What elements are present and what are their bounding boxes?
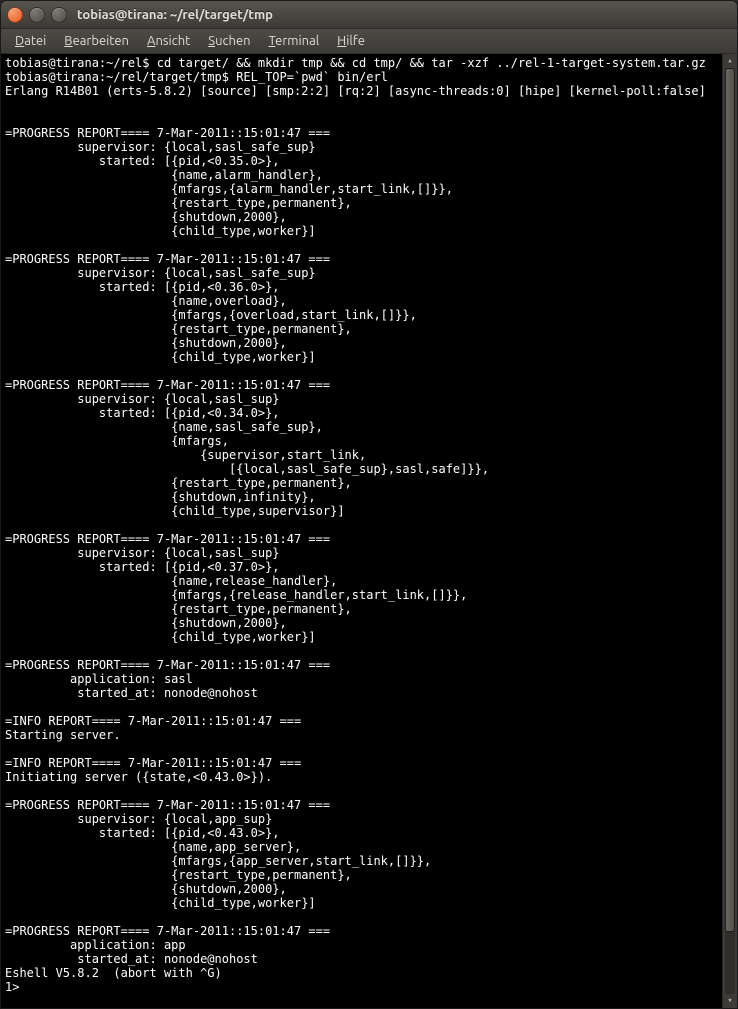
terminal-window: tobias@tirana: ~/rel/target/tmp Datei Be… bbox=[0, 0, 738, 1009]
minimize-icon[interactable] bbox=[29, 7, 45, 23]
menu-help-label: Hilfe bbox=[337, 34, 365, 48]
menu-help[interactable]: Hilfe bbox=[329, 31, 373, 51]
terminal-output[interactable]: tobias@tirana:~/rel$ cd target/ && mkdir… bbox=[1, 54, 722, 1008]
titlebar[interactable]: tobias@tirana: ~/rel/target/tmp bbox=[1, 1, 737, 29]
window-buttons bbox=[7, 7, 67, 23]
window-title: tobias@tirana: ~/rel/target/tmp bbox=[77, 8, 273, 22]
menubar: Datei Bearbeiten Ansicht Suchen Terminal… bbox=[1, 29, 737, 54]
menu-terminal[interactable]: Terminal bbox=[261, 31, 328, 51]
menu-edit-label: Bearbeiten bbox=[64, 34, 129, 48]
close-icon[interactable] bbox=[7, 7, 23, 23]
menu-file[interactable]: Datei bbox=[7, 31, 54, 51]
scroll-thumb[interactable] bbox=[725, 68, 735, 932]
menu-edit[interactable]: Bearbeiten bbox=[56, 31, 137, 51]
menu-view-label: Ansicht bbox=[147, 34, 190, 48]
menu-search[interactable]: Suchen bbox=[200, 31, 258, 51]
menu-view[interactable]: Ansicht bbox=[139, 31, 198, 51]
scroll-up-icon[interactable]: ▴ bbox=[723, 54, 737, 68]
menu-terminal-label: Terminal bbox=[269, 34, 320, 48]
terminal-area: tobias@tirana:~/rel$ cd target/ && mkdir… bbox=[1, 54, 737, 1008]
menu-file-label: Datei bbox=[15, 34, 46, 48]
scroll-down-icon[interactable]: ▾ bbox=[723, 994, 737, 1008]
menu-search-label: Suchen bbox=[208, 34, 250, 48]
vertical-scrollbar[interactable]: ▴ ▾ bbox=[722, 54, 737, 1008]
maximize-icon[interactable] bbox=[51, 7, 67, 23]
